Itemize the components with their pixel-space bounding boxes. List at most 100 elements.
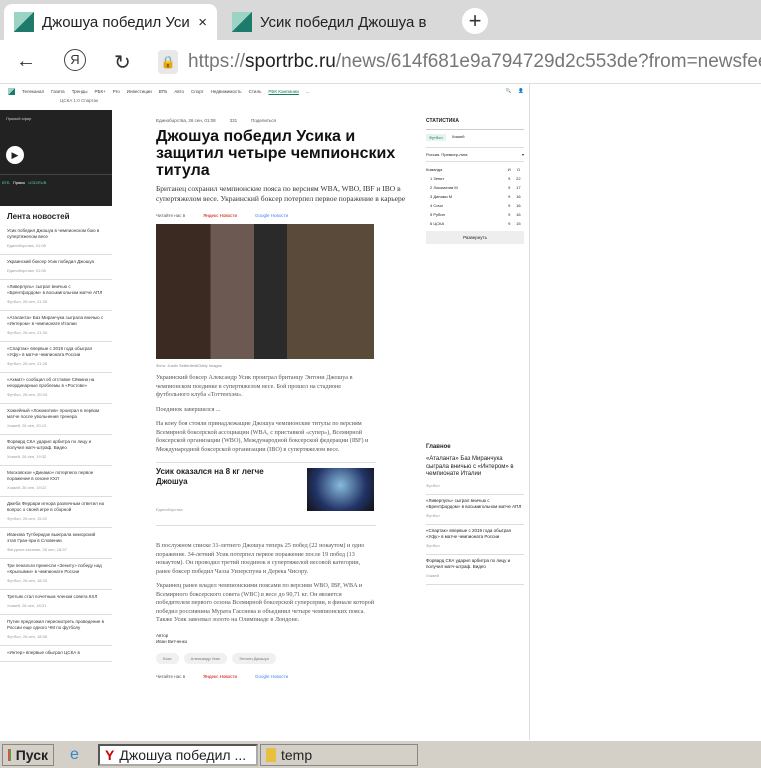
author-name[interactable]: Иван Витченко bbox=[156, 639, 414, 645]
play-icon[interactable]: ▶ bbox=[6, 146, 24, 164]
feed-item[interactable]: Украинский боксер Усик победил Джошуа Еди… bbox=[0, 255, 112, 280]
feed-item-title[interactable]: «Аталанта» Баз Миранчука сыграла вничью … bbox=[7, 315, 105, 327]
related-title[interactable]: Усик оказался на 8 кг легче Джошуа bbox=[156, 467, 296, 486]
taskbar-window-folder[interactable]: temp bbox=[260, 744, 418, 766]
nav-item[interactable]: Тренды bbox=[72, 89, 88, 94]
web-page: Телеканал Газета Тренды РБК+ Pro Инвестиции ВТ… bbox=[0, 84, 530, 740]
related-thumbnail[interactable] bbox=[307, 468, 374, 511]
ie-icon[interactable]: e bbox=[70, 746, 79, 764]
table-row[interactable]: 6 ЦСКА 9 15 bbox=[426, 219, 524, 228]
google-news-link[interactable]: Google Новости bbox=[255, 674, 288, 679]
main-news: Главное «Аталанта» Баз Миранчука сыграла… bbox=[420, 444, 529, 585]
lock-icon[interactable]: 🔒 bbox=[158, 50, 178, 74]
nav-item[interactable]: Инвестиции bbox=[127, 89, 152, 94]
league-select[interactable]: Россия. Премьер-лига ▾ bbox=[426, 147, 524, 162]
search-icon[interactable]: 🔍 bbox=[506, 88, 512, 94]
feed-item-title[interactable]: Джеба Феррари игнора различным ответил н… bbox=[7, 501, 105, 513]
article-rubric[interactable]: Единоборства, 26 сен, 01:08 bbox=[156, 118, 216, 123]
nav-item[interactable]: РБК Компании bbox=[268, 89, 299, 94]
views-count: 331 bbox=[229, 118, 238, 123]
taskbar-window-browser[interactable]: Y Джошуа победил ... bbox=[98, 744, 258, 766]
main-news-item[interactable]: «Аталанта» Баз Миранчука сыграла вничью … bbox=[426, 453, 524, 495]
start-button[interactable]: Пуск bbox=[2, 744, 54, 766]
feed-item[interactable]: «Ливерпуль» сыграл вничью с «Брентфордом… bbox=[0, 280, 112, 311]
feed-item-title[interactable]: Усик победил Джошуа в чемпионском бою в … bbox=[7, 228, 105, 240]
table-row[interactable]: 3 Динамо М 9 16 bbox=[426, 192, 524, 201]
feed-item-title[interactable]: Три пенальти принесли «Зениту» победу на… bbox=[7, 563, 105, 575]
tag[interactable]: Энтони Джошуа bbox=[232, 652, 276, 664]
share-button[interactable]: Поделиться bbox=[251, 118, 276, 123]
feed-item[interactable]: Третьяк стал почетным членом совета КХЛ Х… bbox=[0, 590, 112, 615]
back-icon[interactable]: ← bbox=[16, 50, 36, 73]
main-news-title[interactable]: Форвард СКА ударил арбитра по лицу и пол… bbox=[426, 558, 524, 570]
feed-item[interactable]: Три пенальти принесли «Зениту» победу на… bbox=[0, 559, 112, 590]
feed-item-title[interactable]: Форвард СКА ударил арбитра по лицу и пол… bbox=[7, 439, 105, 451]
nav-item[interactable]: Стиль bbox=[249, 89, 262, 94]
feed-item-title[interactable]: «Ливерпуль» сыграл вничью с «Брентфордом… bbox=[7, 284, 105, 296]
feed-item[interactable]: Иванова Тутберидзе выиграла юниорский эт… bbox=[0, 528, 112, 559]
table-row[interactable]: 4 Сочи 9 16 bbox=[426, 201, 524, 210]
table-header: О bbox=[516, 167, 520, 172]
sub-nav[interactable]: ЦСКА 1:0 Спартак bbox=[0, 98, 529, 108]
feed-item-title[interactable]: Украинский боксер Усик победил Джошуа bbox=[7, 259, 105, 265]
main-news-title[interactable]: «Аталанта» Баз Миранчука сыграла вничью … bbox=[426, 456, 524, 479]
feed-item-title[interactable]: Иванова Тутберидзе выиграла юниорский эт… bbox=[7, 532, 105, 544]
nav-item[interactable]: ... bbox=[306, 89, 310, 94]
close-tab-icon[interactable]: × bbox=[198, 14, 207, 31]
tab-football[interactable]: Футбол bbox=[426, 134, 446, 141]
feed-item[interactable]: «Спартак» впервые с 2019 года обыграл «У… bbox=[0, 342, 112, 373]
feed-item-title[interactable]: Путин предложил пересмотреть проведение … bbox=[7, 619, 105, 631]
feed-item[interactable]: Московское «Динамо» потерпело первое пор… bbox=[0, 466, 112, 497]
nav-item[interactable]: Газета bbox=[51, 89, 65, 94]
yandex-news-link[interactable]: Яндекс Новости bbox=[203, 213, 237, 218]
main-news-title[interactable]: «Спартак» впервые с 2019 года обыграл «У… bbox=[426, 528, 524, 540]
main-news-item[interactable]: Форвард СКА ударил арбитра по лицу и пол… bbox=[426, 555, 524, 585]
yandex-news-link[interactable]: Яндекс Новости bbox=[203, 674, 237, 679]
table-row[interactable]: 2 Локомотив М 9 17 bbox=[426, 183, 524, 192]
yandex-icon[interactable]: Я bbox=[64, 49, 86, 71]
google-news-link[interactable]: Google Новости bbox=[255, 213, 288, 218]
feed-item-title[interactable]: Московское «Динамо» потерпело первое пор… bbox=[7, 470, 105, 482]
expand-button[interactable]: Развернуть bbox=[426, 231, 524, 244]
feed-item-meta: Футбол, 26 сен, 21:34 bbox=[7, 330, 48, 335]
url-field[interactable]: https://sportrbc.ru/news/614f681e9a79472… bbox=[188, 51, 761, 73]
feed-item[interactable]: «Интер» впервые обыграл ЦСКА в bbox=[0, 646, 112, 662]
feed-item[interactable]: Джеба Феррари игнора различным ответил н… bbox=[0, 497, 112, 528]
table-cell: 9 bbox=[508, 185, 511, 190]
table-row[interactable]: 1 Зенит 9 22 bbox=[426, 174, 524, 183]
feed-item-title[interactable]: «Интер» впервые обыграл ЦСКА в bbox=[7, 650, 105, 656]
feed-item[interactable]: Хоккейный «Локомотив» проиграл в первом … bbox=[0, 404, 112, 435]
feed-item[interactable]: «Аталанта» Баз Миранчука сыграла вничью … bbox=[0, 311, 112, 342]
main-news-item[interactable]: «Спартак» впервые с 2019 года обыграл «У… bbox=[426, 525, 524, 555]
nav-item[interactable]: Pro bbox=[113, 89, 120, 94]
tab-second[interactable]: Усик победил Джошуа в bbox=[222, 4, 450, 40]
tag[interactable]: Бокс bbox=[156, 652, 179, 664]
feed-item[interactable]: Форвард СКА ударил арбитра по лицу и пол… bbox=[0, 435, 112, 466]
feed-item-title[interactable]: Третьяк стал почетным членом совета КХЛ bbox=[7, 594, 105, 600]
nav-item[interactable]: Спорт bbox=[191, 89, 204, 94]
tag[interactable]: Александр Усик bbox=[183, 652, 228, 664]
live-label[interactable]: Прямой эфир bbox=[6, 116, 31, 121]
nav-item[interactable]: ВТБ bbox=[159, 89, 167, 94]
user-icon[interactable]: 👤 bbox=[518, 88, 524, 94]
feed-item-title[interactable]: «Ахмат» сообщил об отставке Сёмина на не… bbox=[7, 377, 105, 389]
main-news-title[interactable]: «Ливерпуль» сыграл вничью с «Брентфордом… bbox=[426, 498, 524, 510]
feed-item[interactable]: «Ахмат» сообщил об отставке Сёмина на не… bbox=[0, 373, 112, 404]
feed-item[interactable]: Усик победил Джошуа в чемпионском бою в … bbox=[0, 224, 112, 255]
tab-hockey[interactable]: Хоккей bbox=[452, 134, 465, 141]
reload-icon[interactable]: ↻ bbox=[114, 50, 131, 75]
feed-item[interactable]: Путин предложил пересмотреть проведение … bbox=[0, 615, 112, 646]
nav-item[interactable]: РБК+ bbox=[95, 89, 106, 94]
nav-item[interactable]: Телеканал bbox=[22, 89, 44, 94]
table-row[interactable]: 5 Рубин 9 16 bbox=[426, 210, 524, 219]
feed-item-title[interactable]: Хоккейный «Локомотив» проиграл в первом … bbox=[7, 408, 105, 420]
tab-active[interactable]: Джошуа победил Усика × bbox=[4, 4, 217, 40]
feed-item-title[interactable]: «Спартак» впервые с 2019 года обыграл «У… bbox=[7, 346, 105, 358]
nav-item[interactable]: Недвижимость bbox=[211, 89, 242, 94]
new-tab-button[interactable]: + bbox=[462, 8, 488, 34]
site-logo-icon[interactable] bbox=[8, 87, 15, 95]
related-article[interactable]: Усик оказался на 8 кг легче Джошуа Едино… bbox=[156, 462, 376, 526]
stats-title: СТАТИСТИКА bbox=[426, 118, 524, 130]
main-news-item[interactable]: «Ливерпуль» сыграл вничью с «Брентфордом… bbox=[426, 495, 524, 525]
nav-item[interactable]: Авто bbox=[174, 89, 184, 94]
